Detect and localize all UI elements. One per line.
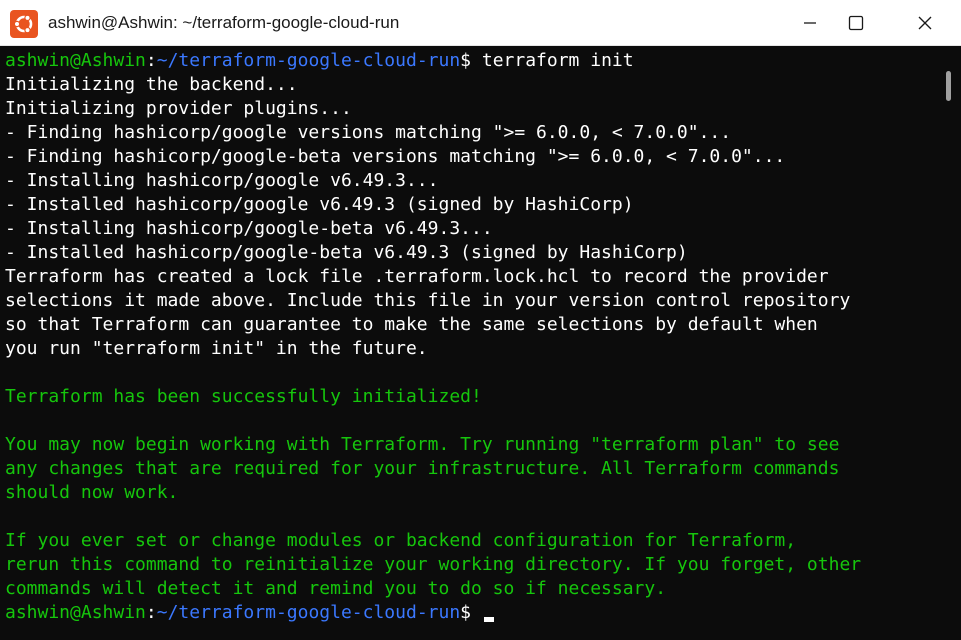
output-line: Terraform has created a lock file .terra… [5,266,829,287]
maximize-icon [848,15,864,31]
reinit-note-line: If you ever set or change modules or bac… [5,530,797,551]
prompt-symbol: $ [460,50,482,71]
output-line: - Installed hashicorp/google-beta v6.49.… [5,242,688,263]
output-line: - Finding hashicorp/google versions matc… [5,122,732,143]
output-line: - Installed hashicorp/google v6.49.3 (si… [5,194,634,215]
prompt-colon: : [145,50,157,71]
ubuntu-icon[interactable] [10,10,38,38]
prompt-colon: : [145,602,157,623]
output-line: Initializing provider plugins... [5,98,352,119]
next-steps-line: any changes that are required for your i… [5,458,840,479]
minimize-icon [804,22,816,24]
prompt-path: ~/terraform-google-cloud-run [156,602,461,623]
prompt-user: ashwin@Ashwin [5,50,146,71]
next-steps-line: You may now begin working with Terraform… [5,434,840,455]
prompt-user: ashwin@Ashwin [5,602,146,623]
terminal-area[interactable]: ashwin@Ashwin:~/terraform-google-cloud-r… [0,47,961,640]
command-text: terraform init [481,50,634,71]
next-steps-line: should now work. [5,482,179,503]
terminal-window: ashwin@Ashwin: ~/terraform-google-cloud-… [0,0,961,640]
output-line: so that Terraform can guarantee to make … [5,314,818,335]
vertical-scrollbar[interactable] [946,71,951,101]
minimize-button[interactable] [787,0,833,46]
close-icon [918,16,932,30]
output-line: you run "terraform init" in the future. [5,338,428,359]
maximize-button[interactable] [833,0,879,46]
reinit-note-line: rerun this command to reinitialize your … [5,554,862,575]
prompt-symbol: $ [460,602,482,623]
output-line: - Installing hashicorp/google-beta v6.49… [5,218,493,239]
output-line: - Installing hashicorp/google v6.49.3... [5,170,439,191]
output-line: selections it made above. Include this f… [5,290,851,311]
terminal-output: ashwin@Ashwin:~/terraform-google-cloud-r… [5,49,940,625]
prompt-line[interactable]: ashwin@Ashwin:~/terraform-google-cloud-r… [5,601,940,625]
text-cursor [483,617,494,622]
window-title: ashwin@Ashwin: ~/terraform-google-cloud-… [48,13,400,32]
close-button[interactable] [902,0,948,46]
output-line: - Finding hashicorp/google-beta versions… [5,146,786,167]
reinit-note-line: commands will detect it and remind you t… [5,578,667,599]
command-line: ashwin@Ashwin:~/terraform-google-cloud-r… [5,49,940,73]
output-line: Initializing the backend... [5,74,298,95]
success-message: Terraform has been successfully initiali… [5,386,482,407]
prompt-path: ~/terraform-google-cloud-run [156,50,461,71]
title-bar[interactable]: ashwin@Ashwin: ~/terraform-google-cloud-… [0,0,961,46]
